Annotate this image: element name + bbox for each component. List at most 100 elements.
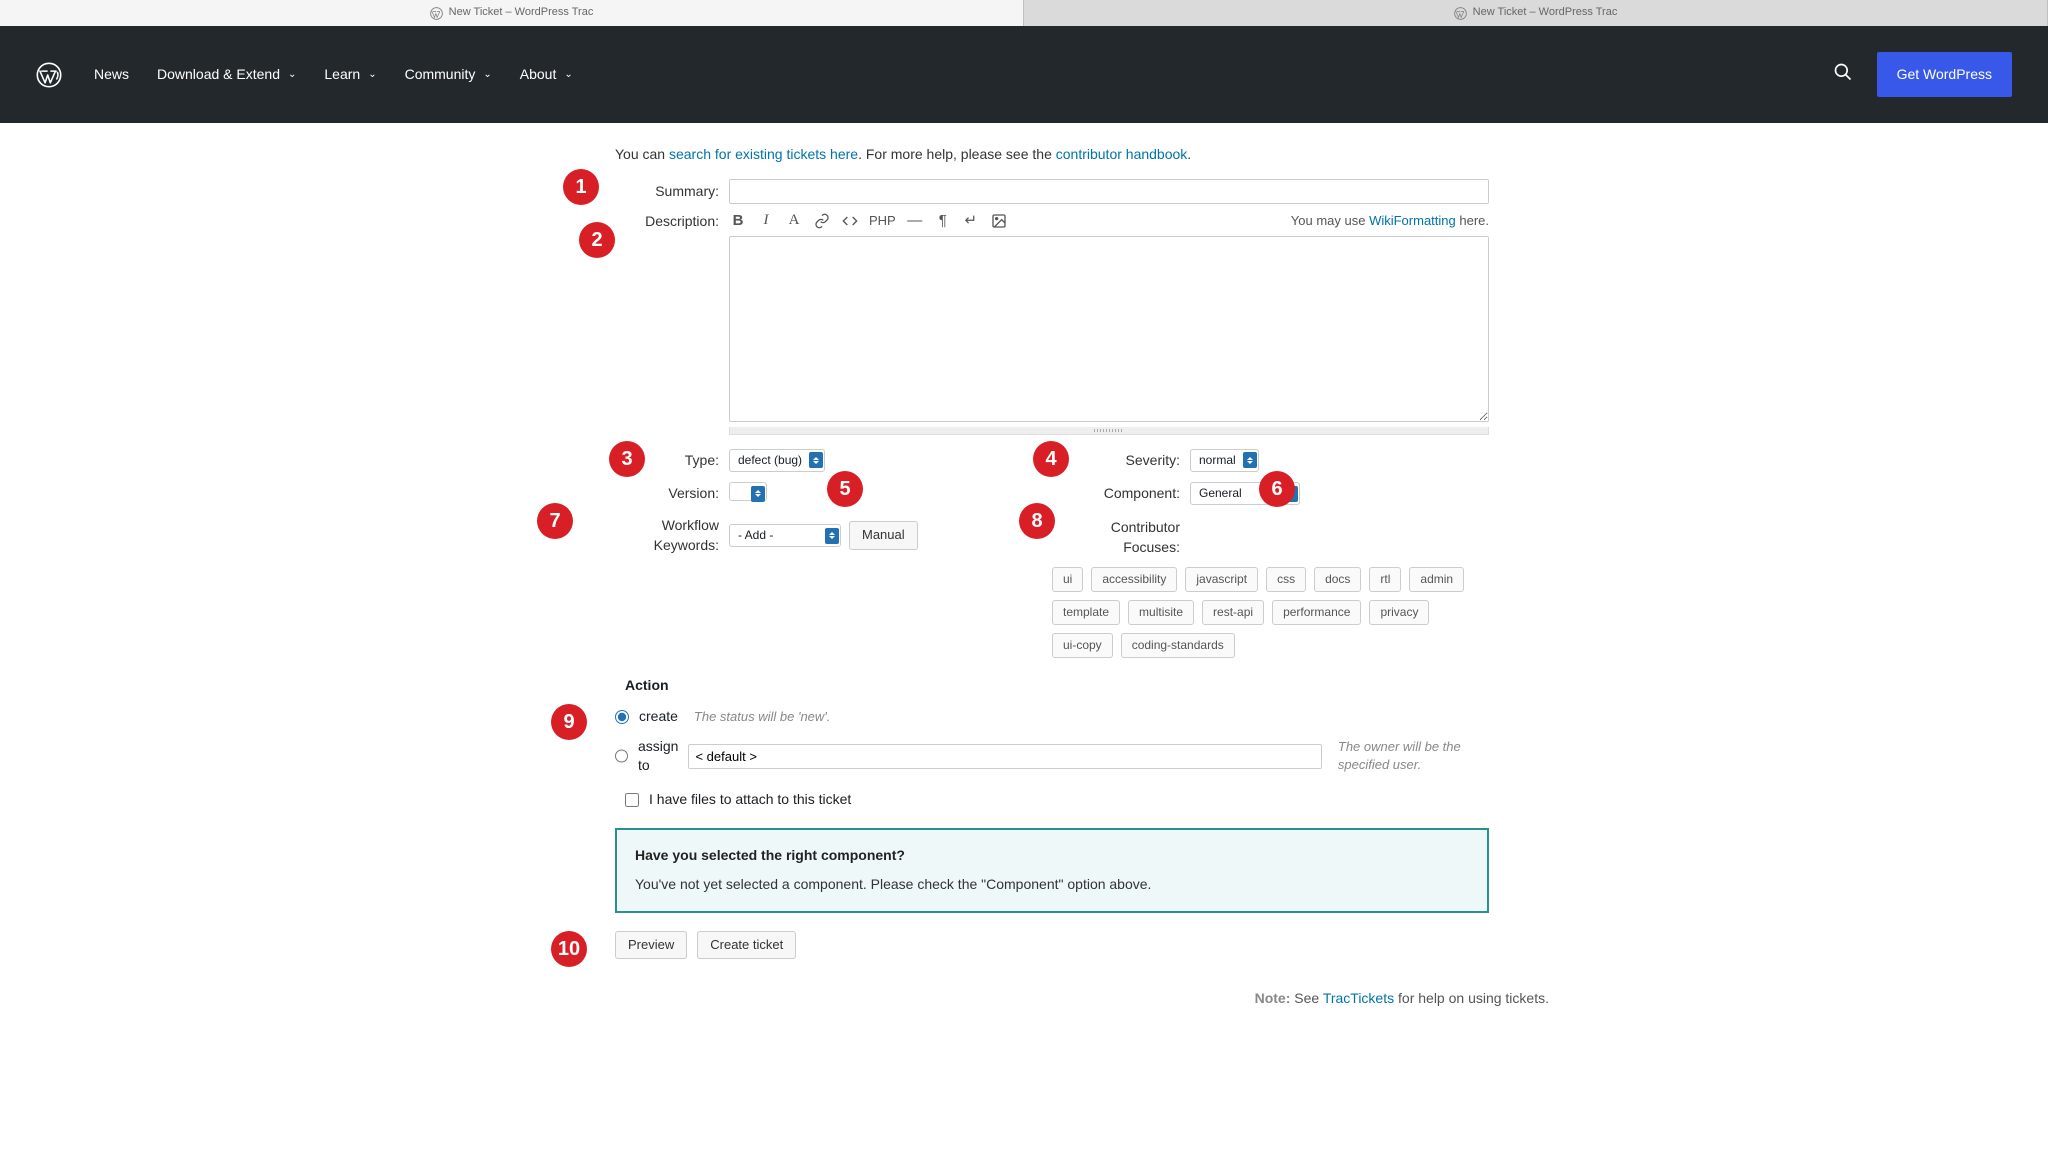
wp-favicon bbox=[430, 7, 443, 20]
hr-icon[interactable]: — bbox=[906, 212, 924, 230]
action-create-label: create bbox=[639, 707, 678, 727]
focus-tag-javascript[interactable]: javascript bbox=[1185, 567, 1258, 592]
manual-button[interactable]: Manual bbox=[849, 521, 918, 549]
component-alert: Have you selected the right component? Y… bbox=[615, 828, 1489, 913]
nav-learn[interactable]: Learn ⌄ bbox=[324, 65, 376, 85]
pilcrow-icon[interactable]: ¶ bbox=[934, 212, 952, 230]
action-create-radio[interactable] bbox=[615, 710, 629, 724]
select-arrows-icon bbox=[825, 528, 839, 544]
component-label: Component: bbox=[1052, 484, 1190, 504]
footer-note: Note: See TracTickets for help on using … bbox=[615, 989, 1549, 1009]
nav-learn-label: Learn bbox=[324, 65, 360, 85]
create-ticket-button[interactable]: Create ticket bbox=[697, 931, 796, 959]
focus-tags: ui accessibility javascript cssdocsrtl admin… bbox=[1052, 567, 1489, 657]
wp-favicon bbox=[1454, 7, 1467, 20]
preview-button[interactable]: Preview bbox=[615, 931, 687, 959]
focus-tag-coding-standards[interactable]: coding-standards bbox=[1121, 633, 1235, 658]
wikiformatting-link[interactable]: WikiFormatting bbox=[1369, 213, 1456, 228]
contributor-handbook-link[interactable]: contributor handbook bbox=[1056, 146, 1188, 162]
chevron-down-icon: ⌄ bbox=[564, 68, 572, 82]
bold-icon[interactable]: B bbox=[729, 212, 747, 230]
desc-hint-post: here. bbox=[1456, 213, 1489, 228]
attach-files-checkbox[interactable] bbox=[625, 793, 639, 807]
select-arrows-icon bbox=[809, 452, 823, 468]
intro-pre: You can bbox=[615, 146, 669, 162]
intro-post: . bbox=[1187, 146, 1191, 162]
action-assign-label: assign to bbox=[638, 737, 678, 776]
nav-download-extend[interactable]: Download & Extend⌄ bbox=[157, 65, 296, 85]
action-heading: Action bbox=[625, 676, 1489, 696]
description-textarea[interactable] bbox=[729, 236, 1489, 422]
intro-text: You can search for existing tickets here… bbox=[615, 145, 1489, 165]
image-icon[interactable] bbox=[990, 212, 1008, 230]
get-wp-label: Get WordPress bbox=[1897, 66, 1992, 82]
focus-tag-accessibility[interactable]: accessibility bbox=[1091, 567, 1177, 592]
annotation-10: 10 bbox=[551, 931, 587, 967]
chevron-down-icon: ⌄ bbox=[368, 68, 376, 82]
focus-tag-rest-api[interactable]: rest-api bbox=[1202, 600, 1264, 625]
nav-about-label: About bbox=[520, 65, 557, 85]
summary-input[interactable] bbox=[729, 179, 1489, 204]
wordpress-logo-icon[interactable] bbox=[36, 62, 62, 88]
focus-tag-ui-copy[interactable]: ui-copy bbox=[1052, 633, 1113, 658]
search-icon[interactable] bbox=[1833, 62, 1853, 87]
focus-tag-css[interactable]: css bbox=[1266, 567, 1306, 592]
get-wordpress-button[interactable]: Get WordPress bbox=[1877, 52, 2012, 98]
select-arrows-icon bbox=[1243, 452, 1257, 468]
component-value: General bbox=[1199, 486, 1242, 500]
heading-icon[interactable]: A bbox=[785, 212, 803, 230]
nav-about[interactable]: About ⌄ bbox=[520, 65, 573, 85]
browser-tab-strip: New Ticket – WordPress Trac New Ticket –… bbox=[0, 0, 2048, 26]
focus-tag-admin[interactable]: admin bbox=[1409, 567, 1464, 592]
focus-tag-performance[interactable]: performance bbox=[1272, 600, 1361, 625]
intro-mid: . For more help, please see the bbox=[858, 146, 1056, 162]
desc-hint: You may use WikiFormatting here. bbox=[1291, 212, 1489, 230]
attach-files-label: I have files to attach to this ticket bbox=[649, 790, 851, 810]
focus-tag-docs[interactable]: docs bbox=[1314, 567, 1361, 592]
assign-to-input[interactable] bbox=[688, 744, 1321, 769]
link-icon[interactable] bbox=[813, 212, 831, 230]
summary-label: Summary: bbox=[615, 179, 729, 202]
note-nb: Note: bbox=[1255, 990, 1291, 1006]
focus-tag-ui[interactable]: ui bbox=[1052, 567, 1083, 592]
nav-community[interactable]: Community⌄ bbox=[405, 65, 492, 85]
top-nav: News Download & Extend⌄ Learn⌄ Community… bbox=[0, 26, 2048, 123]
focus-tag-multisite[interactable]: multisite bbox=[1128, 600, 1194, 625]
annotation-9: 9 bbox=[551, 704, 587, 740]
annotation-1: 1 bbox=[563, 169, 599, 205]
focus-tag-privacy[interactable]: privacy bbox=[1369, 600, 1429, 625]
annotation-2: 2 bbox=[579, 222, 615, 258]
alert-title: Have you selected the right component? bbox=[635, 846, 1469, 866]
focus-tag-rtl[interactable]: rtl bbox=[1369, 567, 1401, 592]
nav-de-label: Download & Extend bbox=[157, 65, 280, 85]
annotation-8: 8 bbox=[1019, 503, 1055, 539]
type-select[interactable]: defect (bug) bbox=[729, 449, 825, 472]
tab-title-1: New Ticket – WordPress Trac bbox=[449, 5, 594, 20]
italic-icon[interactable]: I bbox=[757, 212, 775, 230]
search-existing-link[interactable]: search for existing tickets here bbox=[669, 146, 858, 162]
tab-title-2: New Ticket – WordPress Trac bbox=[1473, 5, 1618, 20]
workflow-value: - Add - bbox=[738, 528, 773, 542]
nav-news[interactable]: News bbox=[94, 65, 129, 85]
workflow-select[interactable]: - Add - bbox=[729, 524, 841, 547]
br-icon[interactable]: ↵ bbox=[962, 212, 980, 230]
php-button[interactable]: PHP bbox=[869, 212, 896, 230]
description-label: Description: bbox=[615, 212, 729, 232]
tractickets-link[interactable]: TracTickets bbox=[1323, 990, 1394, 1006]
action-assign-radio[interactable] bbox=[615, 749, 628, 763]
type-value: defect (bug) bbox=[738, 453, 802, 467]
annotation-4: 4 bbox=[1033, 441, 1069, 477]
version-select[interactable] bbox=[729, 482, 767, 506]
severity-label: Severity: bbox=[1052, 451, 1190, 471]
focus-tag-template[interactable]: template bbox=[1052, 600, 1120, 625]
select-arrows-icon bbox=[751, 486, 765, 502]
nav-news-label: News bbox=[94, 65, 129, 85]
severity-select[interactable]: normal bbox=[1190, 449, 1259, 472]
code-icon[interactable] bbox=[841, 212, 859, 230]
browser-tab-1[interactable]: New Ticket – WordPress Trac bbox=[0, 0, 1024, 26]
resize-handle[interactable] bbox=[729, 427, 1489, 435]
alert-body: You've not yet selected a component. Ple… bbox=[635, 875, 1469, 895]
desc-hint-pre: You may use bbox=[1291, 213, 1369, 228]
browser-tab-2[interactable]: New Ticket – WordPress Trac bbox=[1024, 0, 2048, 26]
workflow-label-txt: Workflow Keywords: bbox=[654, 517, 719, 553]
